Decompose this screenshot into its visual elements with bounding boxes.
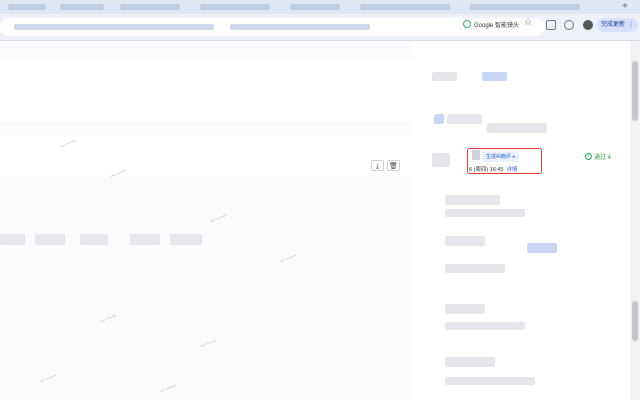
approval-status: ✓ 通过 4 [585,152,611,161]
record-time-row: 6 (周四) 16:45 详情 [469,165,518,173]
browser-toolbar: Google 智能镜头 ☆ 完成更新 ⋮ [0,14,640,41]
screenshot-icon[interactable] [546,20,556,30]
tab-strip: + [0,0,640,14]
blurred-tab[interactable] [200,4,270,10]
blurred-tab[interactable] [60,4,104,10]
blurred-heading [432,72,457,81]
blurred-heading [482,72,507,81]
blurred-text [445,377,535,385]
new-tab-icon[interactable]: + [622,1,628,12]
finish-update-button[interactable]: 完成更新 ⋮ [597,18,639,32]
blurred-text [445,236,485,246]
blurred-cell [130,234,160,245]
download-icon[interactable]: ⤓ [371,160,384,171]
toolbar-band [0,136,412,176]
record-timestamp: 6 (周四) 16:45 [469,167,504,173]
generate-ai-summary-button[interactable]: 生成AI摘评 ▸ [482,152,520,162]
blurred-cell [170,234,202,245]
status-text: 通过 4 [594,155,612,161]
play-arrow-icon: ▸ [512,154,516,160]
blurred-text [447,114,482,124]
extensions-icon[interactable] [564,20,574,30]
scrollbar-thumb[interactable] [632,301,638,341]
detail-link[interactable]: 详情 [507,165,518,173]
blurred-tab[interactable] [290,4,340,10]
blurred-text [445,209,525,217]
blurred-text [445,322,525,330]
main-panel: ••• •••••• ••• •••••• ••• •••••• ••• •••… [0,41,412,400]
generate-ai-summary-label: 生成AI摘评 [486,154,511,160]
header-band [0,59,412,121]
blurred-tab[interactable] [360,4,450,10]
lens-label: Google 智能镜头 [474,22,520,29]
blurred-text [527,243,557,253]
page-scrollbar[interactable] [630,41,640,400]
blurred-text [445,264,505,273]
blurred-cell [0,234,25,245]
blurred-icon [434,114,444,124]
file-actions: ⤓ 🗑 [371,160,400,171]
page-content: ••• •••••• ••• •••••• ••• •••••• ••• •••… [0,41,640,400]
blurred-text [487,123,547,133]
finish-update-label: 完成更新 [601,22,626,28]
blurred-text [445,195,500,205]
delete-icon[interactable]: 🗑 [387,160,400,171]
blurred-text [445,304,485,314]
kebab-menu-icon[interactable]: ⋮ [628,18,634,32]
blurred-cell [80,234,108,245]
profile-avatar[interactable] [583,20,593,30]
blurred-cell [35,234,65,245]
scrollbar-thumb[interactable] [632,61,638,121]
record-sidebar [412,41,630,400]
lens-icon [463,20,471,28]
blurred-tab[interactable] [470,4,580,10]
blurred-tab[interactable] [8,4,46,10]
blurred-avatar [432,153,450,167]
record-thumbnail [472,150,480,160]
google-lens-button[interactable]: Google 智能镜头 [463,18,519,30]
bookmark-star-icon[interactable]: ☆ [524,17,532,28]
blurred-tab[interactable] [120,4,180,10]
blurred-text [445,357,495,367]
check-circle-icon: ✓ [585,153,592,160]
